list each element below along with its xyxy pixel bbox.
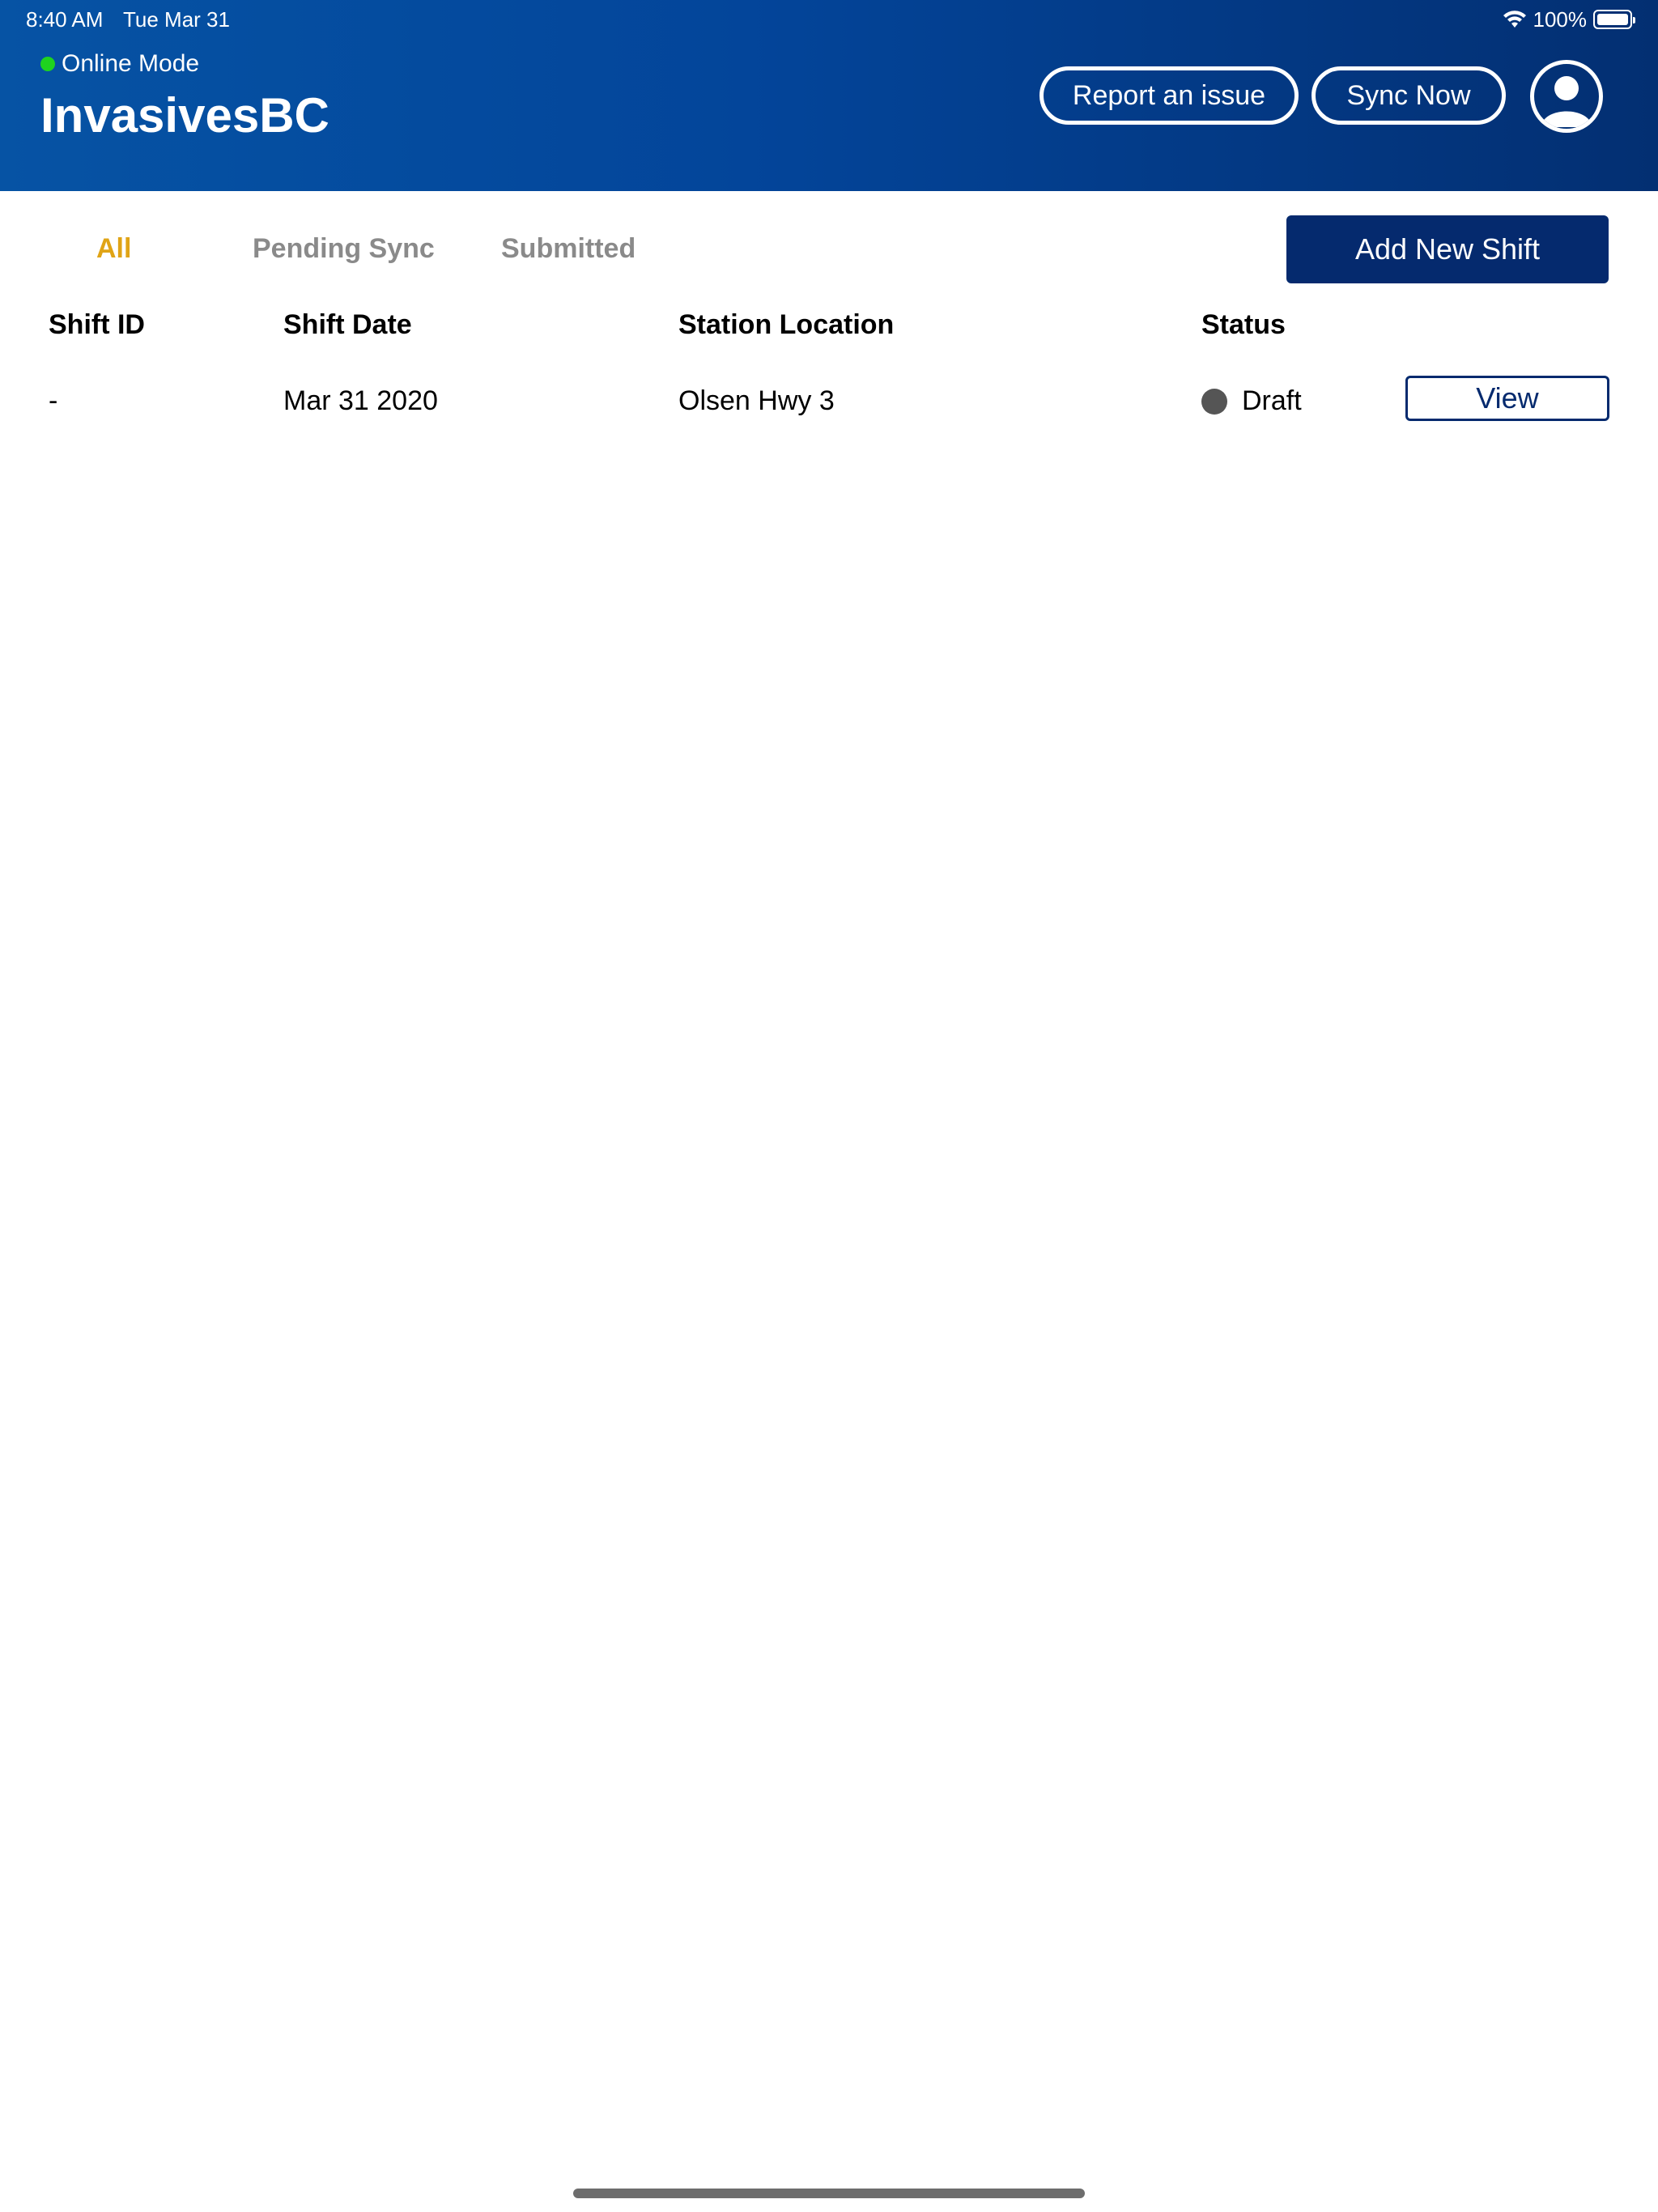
status-bar: 8:40 AM Tue Mar 31 100%	[0, 0, 1658, 39]
report-issue-button[interactable]: Report an issue	[1039, 66, 1299, 125]
cell-status: Draft	[1201, 385, 1302, 417]
status-label: Draft	[1242, 385, 1302, 416]
mode-label: Online Mode	[62, 50, 200, 77]
connection-mode: Online Mode	[40, 50, 199, 78]
view-button[interactable]: View	[1405, 376, 1609, 421]
online-indicator-icon	[40, 57, 55, 71]
tab-all[interactable]: All	[96, 233, 131, 265]
home-indicator[interactable]	[573, 2189, 1085, 2198]
user-avatar-icon[interactable]	[1530, 60, 1603, 133]
column-header-station-location: Station Location	[678, 309, 895, 340]
tab-submitted[interactable]: Submitted	[501, 233, 636, 265]
sync-now-button[interactable]: Sync Now	[1312, 66, 1506, 125]
battery-full-icon	[1593, 10, 1635, 29]
app-header: 8:40 AM Tue Mar 31 100% Online Mode Inva…	[0, 0, 1658, 191]
status-date: Tue Mar 31	[123, 7, 230, 32]
add-new-shift-button[interactable]: Add New Shift	[1286, 215, 1609, 283]
app-title: InvasivesBC	[40, 88, 329, 143]
cell-station-location: Olsen Hwy 3	[678, 385, 835, 416]
wifi-icon	[1503, 11, 1526, 28]
cell-shift-date: Mar 31 2020	[283, 385, 438, 416]
column-header-status: Status	[1201, 309, 1286, 340]
battery-percentage: 100%	[1533, 6, 1588, 32]
column-header-shift-date: Shift Date	[283, 309, 412, 340]
status-time: 8:40 AM	[26, 7, 104, 32]
status-dot-icon	[1201, 388, 1227, 415]
status-right: 100%	[1503, 6, 1635, 32]
cell-shift-id: -	[49, 385, 58, 416]
tab-pending-sync[interactable]: Pending Sync	[253, 233, 435, 265]
column-header-shift-id: Shift ID	[49, 309, 145, 340]
